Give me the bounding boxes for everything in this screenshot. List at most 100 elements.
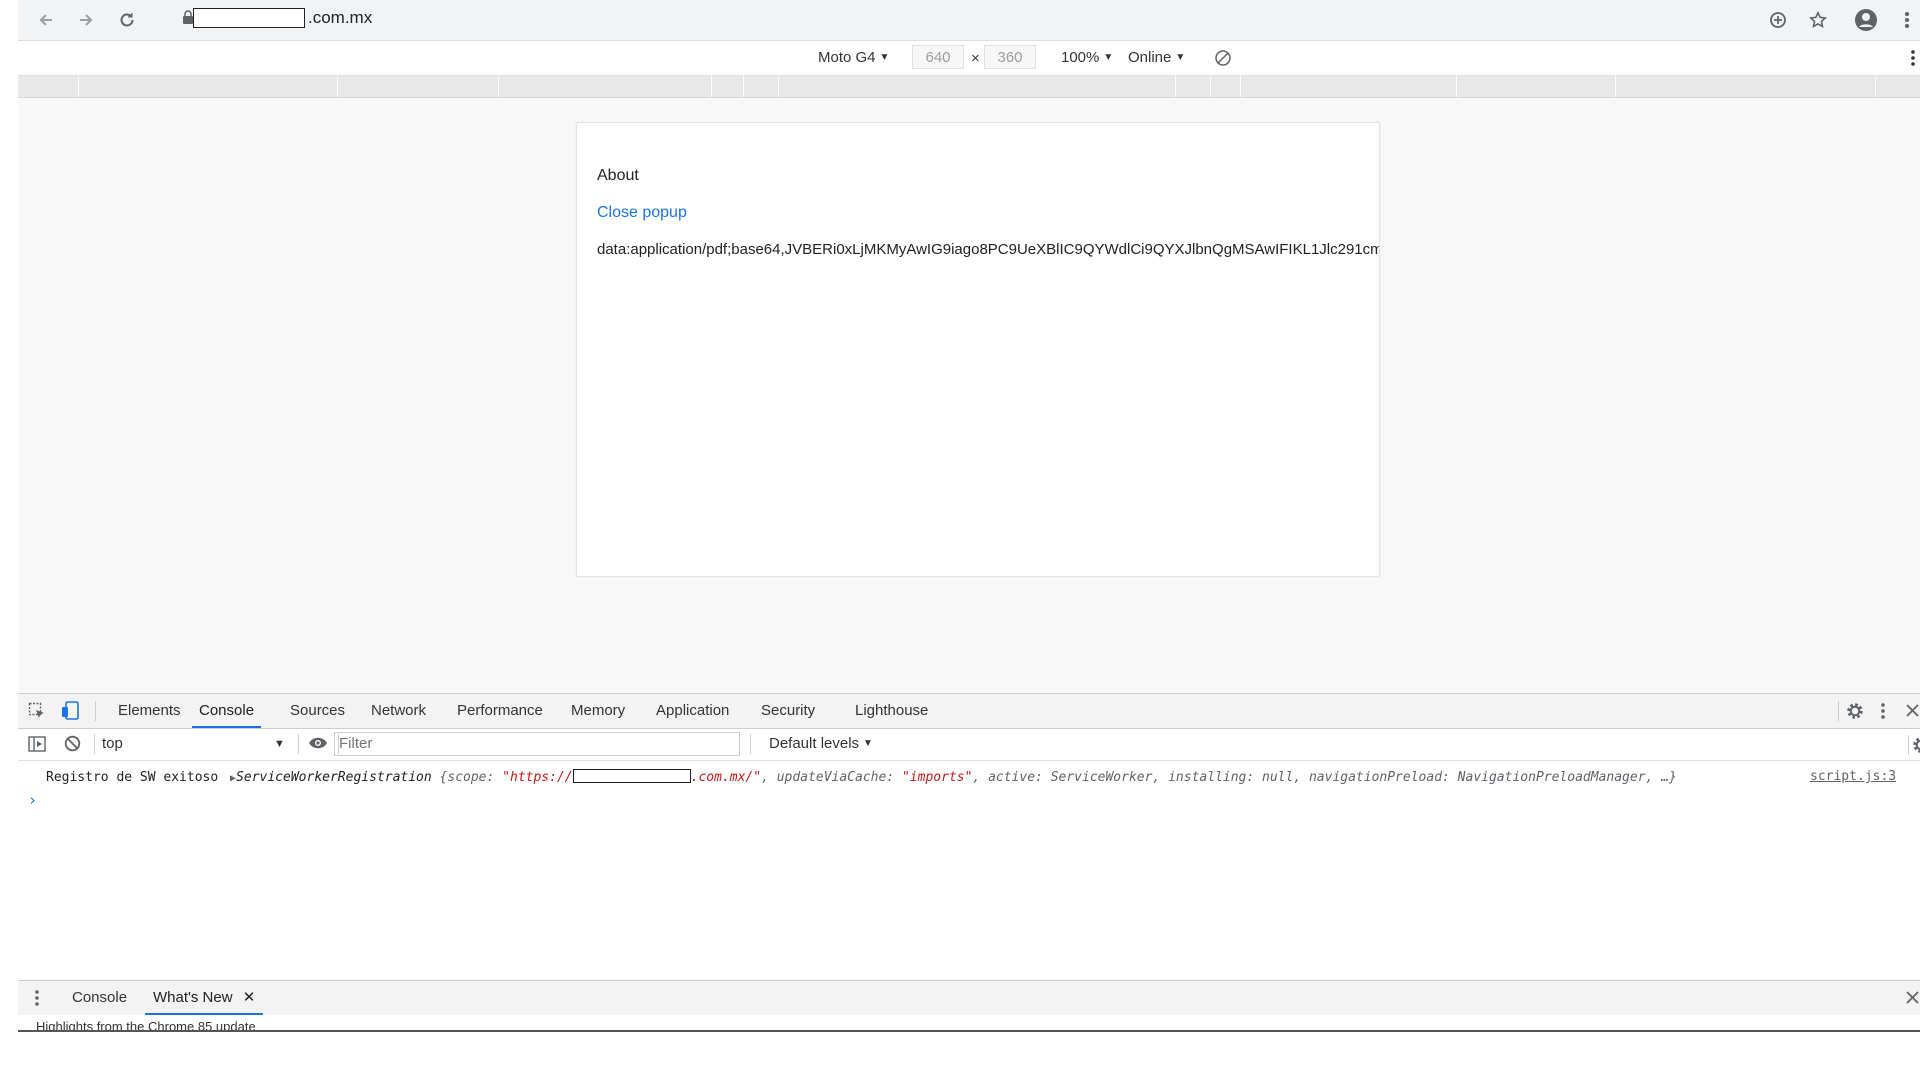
clear-console-button[interactable] bbox=[64, 735, 81, 756]
drawer-tab-whats-new[interactable]: What's New ✕ bbox=[145, 981, 264, 1015]
tab-network[interactable]: Network bbox=[371, 694, 426, 728]
tab-security[interactable]: Security bbox=[761, 694, 815, 728]
close-popup-link[interactable]: Close popup bbox=[597, 204, 687, 222]
object-rest: , active: ServiceWorker, installing: nul… bbox=[972, 770, 1677, 785]
device-toolbar: Moto G4 ▼ 640 × 360 100% ▼ Online ▼ bbox=[18, 41, 1920, 76]
network-select[interactable]: Online ▼ bbox=[1128, 49, 1185, 66]
height-input[interactable]: 360 bbox=[984, 45, 1036, 69]
arrow-right-icon bbox=[80, 14, 93, 26]
tab-console[interactable]: Console bbox=[192, 694, 262, 728]
drawer-close-button[interactable] bbox=[1906, 991, 1919, 1008]
ruler-divider bbox=[711, 76, 712, 97]
dropdown-caret-icon: ▼ bbox=[863, 738, 873, 749]
show-sidebar-button[interactable] bbox=[28, 735, 46, 757]
rotate-button[interactable] bbox=[1214, 49, 1232, 71]
more-vert-icon bbox=[1881, 703, 1885, 719]
tab-lighthouse[interactable]: Lighthouse bbox=[855, 694, 928, 728]
url-text[interactable]: .com.mx bbox=[308, 8, 372, 28]
ruler-divider bbox=[743, 76, 744, 97]
browser-menu-button[interactable] bbox=[1898, 6, 1916, 34]
ruler-divider bbox=[1875, 76, 1876, 97]
dropdown-caret-icon: ▼ bbox=[1103, 52, 1114, 63]
block-icon bbox=[64, 735, 81, 752]
console-output[interactable]: Registro de SW exitoso ▶ServiceWorkerReg… bbox=[18, 761, 1920, 979]
reload-button[interactable] bbox=[113, 6, 141, 34]
browser-toolbar: .com.mx bbox=[18, 0, 1920, 41]
dropdown-caret-icon: ▼ bbox=[1175, 52, 1186, 63]
ruler-divider bbox=[1456, 76, 1457, 97]
scope-redaction bbox=[572, 769, 691, 783]
back-button[interactable] bbox=[32, 6, 60, 34]
devtools-menu-button[interactable] bbox=[1881, 703, 1885, 723]
browser-window: .com.mx Moto G4 ▼ 640 × 360 100% ▼ Online ▼ bbox=[18, 0, 1920, 1032]
toolbar-divider bbox=[750, 734, 751, 754]
drawer-menu-button[interactable] bbox=[35, 990, 39, 1010]
zoom-select[interactable]: 100% ▼ bbox=[1061, 49, 1113, 66]
device-select[interactable]: Moto G4 ▼ bbox=[818, 49, 889, 66]
gear-icon bbox=[1847, 703, 1863, 719]
more-vert-icon bbox=[1905, 12, 1909, 28]
address-bar[interactable] bbox=[156, 1, 1856, 33]
context-select[interactable]: top ▼ bbox=[102, 733, 290, 755]
console-prompt[interactable]: › bbox=[28, 791, 37, 809]
width-input[interactable]: 640 bbox=[912, 45, 964, 69]
inspect-element-button[interactable] bbox=[28, 702, 46, 724]
tab-performance[interactable]: Performance bbox=[457, 694, 543, 728]
device-toolbar-menu[interactable] bbox=[1911, 50, 1915, 70]
ruler-divider bbox=[1175, 76, 1176, 97]
url-redaction bbox=[193, 8, 305, 28]
device-toggle-button[interactable] bbox=[61, 701, 81, 725]
sidebar-icon bbox=[28, 736, 46, 752]
toolbar-divider bbox=[298, 734, 299, 754]
console-filter-input[interactable]: Filter bbox=[334, 732, 740, 756]
toolbar-divider bbox=[95, 701, 96, 721]
ruler-divider bbox=[337, 76, 338, 97]
bookmark-button[interactable] bbox=[1804, 6, 1832, 34]
forward-button[interactable] bbox=[72, 6, 100, 34]
ruler-divider bbox=[778, 76, 779, 97]
log-levels-value: Default levels bbox=[769, 735, 860, 752]
install-button[interactable] bbox=[1764, 6, 1792, 34]
ruler-divider bbox=[1615, 76, 1616, 97]
update-value: "imports" bbox=[901, 770, 973, 785]
more-vert-icon bbox=[35, 990, 39, 1006]
network-value: Online bbox=[1128, 49, 1172, 66]
live-expression-button[interactable] bbox=[308, 736, 328, 754]
toolbar-divider bbox=[1838, 701, 1839, 721]
add-circle-icon bbox=[1770, 12, 1786, 28]
console-toolbar: top ▼ Filter Default levels ▼ bbox=[18, 729, 1920, 761]
ruler-divider bbox=[78, 76, 79, 97]
tab-sources[interactable]: Sources bbox=[290, 694, 345, 728]
scope-key: {scope: bbox=[439, 770, 503, 785]
ruler-divider bbox=[498, 76, 499, 97]
console-message[interactable]: Registro de SW exitoso ▶ServiceWorkerReg… bbox=[46, 769, 1677, 785]
inspect-icon bbox=[28, 702, 44, 718]
log-text: Registro de SW exitoso bbox=[46, 770, 219, 785]
tab-elements[interactable]: Elements bbox=[118, 694, 181, 728]
console-settings-button[interactable] bbox=[1912, 736, 1920, 758]
reload-icon bbox=[120, 13, 134, 27]
tab-memory[interactable]: Memory bbox=[571, 694, 625, 728]
close-tab-icon[interactable]: ✕ bbox=[243, 989, 256, 1006]
scope-suffix: .com.mx/" bbox=[690, 770, 762, 785]
media-query-bar[interactable] bbox=[18, 76, 1920, 98]
emulated-viewport: About Close popup data:application/pdf;b… bbox=[576, 122, 1380, 577]
drawer-tab-console[interactable]: Console bbox=[64, 981, 135, 1015]
log-levels-select[interactable]: Default levels ▼ bbox=[769, 735, 873, 752]
eye-icon bbox=[309, 737, 327, 749]
context-value: top bbox=[102, 735, 123, 752]
drawer-tab-label: What's New bbox=[153, 989, 233, 1006]
tab-application[interactable]: Application bbox=[656, 694, 729, 728]
devtools-drawer-tabbar: Console What's New ✕ bbox=[18, 980, 1920, 1016]
about-text: About bbox=[597, 167, 639, 184]
device-name: Moto G4 bbox=[818, 49, 876, 66]
arrow-left-icon bbox=[39, 14, 52, 26]
devtools-settings-button[interactable] bbox=[1846, 702, 1864, 724]
source-link[interactable]: script.js:3 bbox=[1810, 769, 1896, 784]
ruler-divider bbox=[1210, 76, 1211, 97]
dimension-separator: × bbox=[971, 50, 980, 67]
dropdown-caret-icon: ▼ bbox=[879, 52, 890, 63]
profile-button[interactable] bbox=[1852, 6, 1880, 34]
devtools-close-button[interactable] bbox=[1906, 704, 1919, 721]
object-class[interactable]: ServiceWorkerRegistration bbox=[236, 770, 432, 785]
